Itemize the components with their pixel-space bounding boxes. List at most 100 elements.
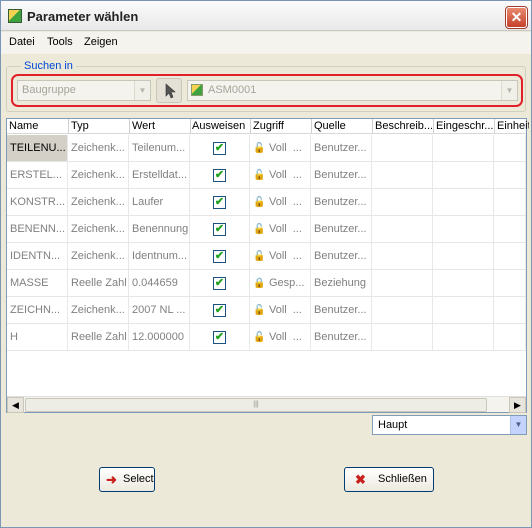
- horizontal-scrollbar[interactable]: ◀ ||| ▶: [7, 396, 526, 413]
- cell-einheit[interactable]: [494, 162, 526, 188]
- show-checkbox[interactable]: ✔: [213, 304, 226, 317]
- cell-beschreibung[interactable]: [372, 135, 433, 161]
- show-checkbox[interactable]: ✔: [213, 250, 226, 263]
- show-checkbox[interactable]: ✔: [213, 196, 226, 209]
- cell-typ[interactable]: Zeichenk...: [68, 297, 129, 323]
- cell-beschreibung[interactable]: [372, 189, 433, 215]
- access-more[interactable]: ...: [293, 196, 302, 208]
- cell-beschreibung[interactable]: [372, 243, 433, 269]
- cell-ausweisen[interactable]: ✔: [190, 270, 250, 296]
- menu-zeigen[interactable]: Zeigen: [84, 36, 118, 48]
- show-checkbox[interactable]: ✔: [213, 277, 226, 290]
- cell-typ[interactable]: Zeichenk...: [68, 162, 129, 188]
- col-typ-header[interactable]: Typ: [71, 120, 129, 134]
- cell-eingeschraenkt[interactable]: [433, 297, 494, 323]
- cell-name[interactable]: IDENTN...: [7, 243, 68, 269]
- cell-ausweisen[interactable]: ✔: [190, 216, 250, 242]
- cell-quelle[interactable]: Benutzer...: [311, 216, 372, 242]
- cell-name[interactable]: KONSTR...: [7, 189, 68, 215]
- cell-typ[interactable]: Zeichenk...: [68, 243, 129, 269]
- scope-combo[interactable]: Baugruppe ▼: [17, 80, 151, 101]
- scroll-right-button[interactable]: ▶: [509, 397, 526, 413]
- cell-ausweisen[interactable]: ✔: [190, 243, 250, 269]
- access-more[interactable]: ...: [293, 142, 302, 154]
- cell-name[interactable]: H: [7, 324, 68, 350]
- cell-ausweisen[interactable]: ✔: [190, 189, 250, 215]
- access-more[interactable]: ...: [293, 223, 302, 235]
- cell-eingeschraenkt[interactable]: [433, 162, 494, 188]
- cell-eingeschraenkt[interactable]: [433, 216, 494, 242]
- cell-eingeschraenkt[interactable]: [433, 189, 494, 215]
- parameter-filter-combo[interactable]: Haupt ▼: [372, 415, 527, 435]
- table-row[interactable]: MASSE Reelle Zahl 0.044659 ✔ 🔒 Gesp... Beziehu…: [7, 270, 526, 297]
- cell-eingeschraenkt[interactable]: [433, 270, 494, 296]
- col-beschreibung-header[interactable]: Beschreib...: [375, 120, 433, 134]
- show-checkbox[interactable]: ✔: [213, 142, 226, 155]
- table-row[interactable]: ERSTEL... Zeichenk... Erstelldat... ✔ 🔓 Voll.…: [7, 162, 526, 189]
- scrollbar-thumb[interactable]: |||: [25, 398, 487, 412]
- cell-zugriff[interactable]: 🔒 Gesp...: [250, 270, 311, 296]
- menu-tools[interactable]: Tools: [47, 36, 73, 48]
- cell-ausweisen[interactable]: ✔: [190, 135, 250, 161]
- cell-zugriff[interactable]: 🔓 Voll...: [250, 135, 311, 161]
- cell-name[interactable]: ZEICHN...: [7, 297, 68, 323]
- table-row[interactable]: TEILENU... Zeichenk... Teilenum... ✔ 🔓 Voll..…: [7, 135, 526, 162]
- show-checkbox[interactable]: ✔: [213, 223, 226, 236]
- show-checkbox[interactable]: ✔: [213, 169, 226, 182]
- cell-eingeschraenkt[interactable]: [433, 135, 494, 161]
- cell-zugriff[interactable]: 🔓 Voll...: [250, 162, 311, 188]
- access-more[interactable]: ...: [293, 304, 302, 316]
- close-window-button[interactable]: ✕: [505, 6, 528, 29]
- cell-wert[interactable]: Benennung: [129, 216, 190, 242]
- cell-typ[interactable]: Zeichenk...: [68, 189, 129, 215]
- menu-datei[interactable]: Datei: [9, 36, 35, 48]
- cell-einheit[interactable]: [494, 216, 526, 242]
- close-button[interactable]: ✖ Schließen: [344, 467, 434, 492]
- col-einheit-header[interactable]: Einheit: [497, 120, 529, 134]
- select-button[interactable]: ➜ Select: [99, 467, 155, 492]
- table-row[interactable]: H Reelle Zahl 12.000000 ✔ 🔓 Voll... Benutzer..…: [7, 324, 526, 351]
- cell-quelle[interactable]: Benutzer...: [311, 324, 372, 350]
- cell-beschreibung[interactable]: [372, 216, 433, 242]
- cell-einheit[interactable]: [494, 189, 526, 215]
- table-row[interactable]: KONSTR... Zeichenk... Laufer ✔ 🔓 Voll... Benut…: [7, 189, 526, 216]
- access-more[interactable]: ...: [293, 331, 302, 343]
- cell-name[interactable]: ERSTEL...: [7, 162, 68, 188]
- cell-zugriff[interactable]: 🔓 Voll...: [250, 189, 311, 215]
- object-combo[interactable]: ASM0001 ▼: [187, 80, 518, 101]
- cell-zugriff[interactable]: 🔓 Voll...: [250, 297, 311, 323]
- cell-zugriff[interactable]: 🔓 Voll...: [250, 216, 311, 242]
- cell-typ[interactable]: Zeichenk...: [68, 135, 129, 161]
- pick-object-button[interactable]: [156, 78, 182, 103]
- cell-quelle[interactable]: Benutzer...: [311, 135, 372, 161]
- cell-quelle[interactable]: Benutzer...: [311, 243, 372, 269]
- table-row[interactable]: ZEICHN... Zeichenk... 2007 NL ... ✔ 🔓 Voll...…: [7, 297, 526, 324]
- cell-eingeschraenkt[interactable]: [433, 243, 494, 269]
- col-eingeschraenkt-header[interactable]: Eingeschr...: [436, 120, 494, 134]
- cell-typ[interactable]: Zeichenk...: [68, 216, 129, 242]
- col-name-header[interactable]: Name: [9, 120, 67, 134]
- cell-wert[interactable]: Laufer: [129, 189, 190, 215]
- cell-einheit[interactable]: [494, 270, 526, 296]
- cell-quelle[interactable]: Benutzer...: [311, 297, 372, 323]
- cell-wert[interactable]: 0.044659: [129, 270, 190, 296]
- cell-wert[interactable]: Erstelldat...: [129, 162, 190, 188]
- cell-quelle[interactable]: Benutzer...: [311, 189, 372, 215]
- cell-wert[interactable]: 12.000000: [129, 324, 190, 350]
- col-ausweisen-header[interactable]: Ausweisen: [192, 120, 250, 134]
- cell-eingeschraenkt[interactable]: [433, 324, 494, 350]
- col-quelle-header[interactable]: Quelle: [314, 120, 372, 134]
- col-zugriff-header[interactable]: Zugriff: [253, 120, 311, 134]
- table-row[interactable]: BENENN... Zeichenk... Benennung ✔ 🔓 Voll... Be…: [7, 216, 526, 243]
- cell-zugriff[interactable]: 🔓 Voll...: [250, 324, 311, 350]
- cell-name[interactable]: MASSE: [7, 270, 68, 296]
- cell-einheit[interactable]: [494, 243, 526, 269]
- col-wert-header[interactable]: Wert: [132, 120, 190, 134]
- cell-wert[interactable]: 2007 NL ...: [129, 297, 190, 323]
- cell-einheit[interactable]: [494, 297, 526, 323]
- cell-ausweisen[interactable]: ✔: [190, 162, 250, 188]
- cell-einheit[interactable]: [494, 135, 526, 161]
- cell-wert[interactable]: Teilenum...: [129, 135, 190, 161]
- cell-ausweisen[interactable]: ✔: [190, 324, 250, 350]
- show-checkbox[interactable]: ✔: [213, 331, 226, 344]
